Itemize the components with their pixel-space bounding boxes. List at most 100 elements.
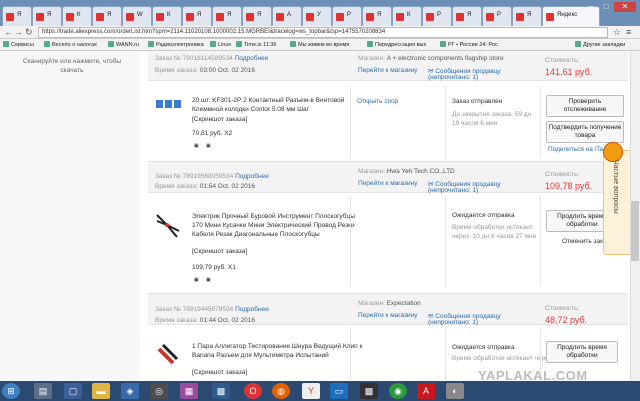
maximize-button[interactable]: □	[599, 2, 613, 12]
bookmark-item[interactable]: Передрессация вых	[367, 41, 426, 48]
browser-tab[interactable]: К	[152, 6, 182, 26]
reload-icon[interactable]: ↻	[25, 27, 33, 38]
screenshot-link[interactable]: [Скриншот заказа]	[192, 248, 247, 255]
screenshot-link[interactable]: [Скриншот заказа]	[192, 116, 247, 123]
browser-tab[interactable]: Я	[452, 6, 482, 26]
product-title-link[interactable]: 20 шт. KF301-2P 2 Контактный Разъем-в Ви…	[192, 96, 367, 114]
tab-title: Я	[107, 12, 112, 18]
browser-tab[interactable]: Р	[482, 6, 512, 26]
page-scrollbar[interactable]	[630, 51, 640, 381]
status-note: До закрытия заказа: 59 дн 19 часов 6 мин	[452, 111, 532, 127]
opera-icon[interactable]: O	[244, 383, 262, 399]
share-link[interactable]: Поделиться на iTa...	[548, 146, 608, 153]
taskbar-app-icon[interactable]: ◎	[150, 383, 168, 399]
tab-favicon-icon	[126, 13, 134, 21]
tab-title: К	[167, 12, 171, 18]
store-name: Магазин: A + electronic components flags…	[358, 55, 504, 62]
screenshot-link[interactable]: [Скриншот заказа]	[192, 369, 247, 376]
bookmark-item[interactable]: Сервисы	[3, 41, 34, 48]
start-button-icon[interactable]: ⊞	[2, 383, 20, 399]
close-window-button[interactable]: ✕	[614, 2, 636, 12]
extend-processing-button[interactable]: Продлить время обработки	[546, 341, 618, 363]
taskbar-app-icon[interactable]: ▢	[64, 383, 82, 399]
browser-tab[interactable]: W	[122, 6, 152, 26]
screenshot-icon[interactable]: ▣	[194, 277, 199, 283]
pdf-icon[interactable]: A	[417, 383, 435, 399]
taskbar-app-icon[interactable]: ▩	[212, 383, 230, 399]
details-link[interactable]: Подробнее	[235, 306, 269, 313]
browser-tab[interactable]: Я	[32, 6, 62, 26]
bookmark-item[interactable]: WANN.ru	[108, 41, 139, 48]
forward-icon[interactable]: →	[14, 27, 23, 38]
taskbar-app-icon[interactable]: ▦	[180, 383, 198, 399]
order-status: Заказ отправлен	[452, 98, 503, 105]
chrome-icon[interactable]: ◉	[389, 383, 407, 399]
browser-tab[interactable]: Я	[242, 6, 272, 26]
price-quantity: 109,79 руб. X1	[192, 264, 236, 271]
goto-store-link[interactable]: Перейти к магазину	[358, 180, 418, 187]
faq-label[interactable]: Частые вопросы	[612, 160, 619, 214]
browser-tab[interactable]: Я	[212, 6, 242, 26]
goto-store-link[interactable]: Перейти к магазину	[358, 312, 418, 319]
open-dispute-link[interactable]: Открыть спор	[357, 98, 398, 105]
browser-tab[interactable]: Р	[422, 6, 452, 26]
address-bar: ← → ↻ https://trade.aliexpress.com/order…	[0, 26, 640, 39]
taskbar-app-icon[interactable]: ◐	[446, 383, 464, 399]
browser-tab[interactable]: К	[392, 6, 422, 26]
bookmark-item[interactable]: Linux	[210, 41, 231, 48]
browser-tab[interactable]: Я	[2, 6, 32, 26]
details-link[interactable]: Подробнее	[235, 173, 269, 180]
browser-tab[interactable]: А	[272, 6, 302, 26]
cost-label: Стоимость:	[545, 305, 580, 312]
goto-store-link[interactable]: Перейти к магазину	[358, 67, 418, 74]
firefox-icon[interactable]: ◍	[272, 383, 290, 399]
bookmark-item[interactable]: Time.is 11:36	[236, 41, 276, 48]
bookmark-item[interactable]: РГ • России 24: Рос	[440, 41, 498, 48]
taskbar-app-icon[interactable]: ▤	[34, 383, 52, 399]
taskbar-app-icon[interactable]: ▭	[330, 383, 348, 399]
browser-tab[interactable]: Я	[182, 6, 212, 26]
menu-icon[interactable]: ≡	[626, 27, 631, 38]
browser-tab[interactable]: Я	[362, 6, 392, 26]
product-thumbnail[interactable]	[153, 341, 183, 371]
folder-icon[interactable]: ▬	[92, 383, 110, 399]
screenshot-icon[interactable]: ▣	[194, 143, 199, 149]
star-icon[interactable]: ☆	[613, 27, 621, 38]
details-link[interactable]: Подробнее	[235, 55, 269, 62]
taskbar-app-icon[interactable]: ▩	[360, 383, 378, 399]
tab-title: Р	[497, 12, 502, 18]
confirm-receipt-button[interactable]: Подтвердить получение товара	[546, 121, 624, 143]
product-thumbnail[interactable]	[153, 95, 183, 125]
order-cost: 141,61 руб.	[545, 67, 593, 77]
check-tracking-button[interactable]: Проверить отслеживание	[546, 95, 624, 117]
tab-favicon-icon	[156, 13, 164, 21]
tab-favicon-icon	[276, 13, 284, 21]
browser-tab[interactable]: Я	[512, 6, 542, 26]
scrollbar-thumb[interactable]	[631, 201, 639, 261]
product-title-link[interactable]: Электрик Прочный Буровой Инструмент Плос…	[192, 212, 367, 239]
minimize-button[interactable]: –	[584, 2, 598, 12]
back-icon[interactable]: ←	[4, 27, 13, 38]
url-input[interactable]: https://trade.aliexpress.com/orderList.h…	[38, 27, 608, 38]
tab-favicon-icon	[186, 13, 194, 21]
order-number-label: Заказ № 79016114589534 Подробнее	[155, 55, 269, 62]
window-controls: – □ ✕	[583, 2, 636, 14]
screenshot-icon[interactable]: ▣	[206, 143, 211, 149]
chatbot-icon[interactable]	[603, 142, 623, 162]
tab-title: У	[317, 12, 321, 18]
tab-title: Я	[197, 12, 202, 18]
bookmark-item[interactable]: Мы живем во время	[290, 41, 349, 48]
page-content: Сканируйте или нажмите, чтобы скачать За…	[0, 51, 630, 381]
product-title-link[interactable]: 1 Пара Аллигатор Тестирование Шнура Веду…	[192, 342, 367, 360]
product-thumbnail[interactable]	[153, 211, 183, 241]
screenshot-icon[interactable]: ▣	[206, 277, 211, 283]
browser-tab[interactable]: К	[62, 6, 92, 26]
bookmark-item[interactable]: Весело о налогах	[44, 41, 97, 48]
browser-tab[interactable]: У	[302, 6, 332, 26]
yandex-icon[interactable]: Y	[302, 383, 320, 399]
browser-tab[interactable]: Я	[92, 6, 122, 26]
browser-tab[interactable]: Р	[332, 6, 362, 26]
bookmark-item[interactable]: Радиоэлектроника	[148, 41, 204, 48]
bookmark-item[interactable]: Другие закладки	[575, 41, 625, 48]
taskbar-app-icon[interactable]: ◈	[121, 383, 139, 399]
